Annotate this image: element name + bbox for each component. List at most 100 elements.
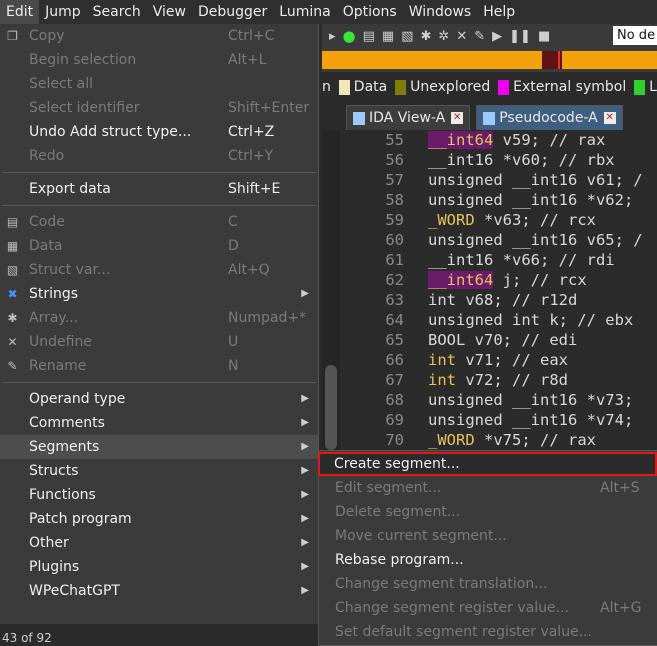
code-line[interactable]: 68 unsigned __int16 *v73; [340, 390, 657, 410]
menu-item-undefine: ✕ Undefine U [0, 330, 318, 354]
menu-item-label: Rename [29, 358, 87, 374]
code-toolbar-icon[interactable]: ▤ [363, 29, 375, 44]
status-text: 43 of 92 [0, 624, 320, 644]
code-line[interactable]: 64 unsigned int k; // ebx [340, 310, 657, 330]
menu-item-functions[interactable]: Functions ▶ [0, 483, 318, 507]
shortcut-label: Ctrl+Z [228, 124, 275, 140]
debug-play-icon[interactable]: ▶ [492, 29, 502, 44]
code-line[interactable]: 61 __int16 *v66; // rdi [340, 250, 657, 270]
menu-item-patch-program[interactable]: Patch program ▶ [0, 507, 318, 531]
play-dim-icon[interactable]: ▸ [329, 29, 336, 44]
menu-item-wpechatgpt[interactable]: WPeChatGPT ▶ [0, 579, 318, 603]
menu-item-label: Struct var... [29, 262, 111, 278]
code-line[interactable]: 55 __int64 v59; // rax [340, 130, 657, 150]
legend-swatch [498, 79, 510, 95]
code-line[interactable]: 65 BOOL v70; // edi [340, 330, 657, 350]
close-icon[interactable]: ✕ [451, 112, 464, 124]
code-line[interactable]: 63 int v68; // r12d [340, 290, 657, 310]
data-toolbar-icon[interactable]: ▦ [382, 29, 394, 44]
submenu-arrow-icon: ▶ [301, 393, 309, 404]
array-toolbar-icon[interactable]: ✲ [438, 29, 449, 44]
code-line[interactable]: 66 int v71; // eax [340, 350, 657, 370]
menu-lumina[interactable]: Lumina [273, 0, 336, 24]
line-number: 61 [385, 251, 404, 269]
line-number: 60 [385, 231, 404, 249]
tab-pseudocode-a[interactable]: Pseudocode-A ✕ [476, 105, 623, 130]
code-icon: ▤ [6, 215, 19, 229]
line-number: 66 [385, 351, 404, 369]
pause-icon[interactable]: ❚❚ [509, 29, 531, 44]
shortcut-label: Ctrl+Y [228, 148, 274, 164]
menu-item-strings[interactable]: ✖ Strings ▶ [0, 282, 318, 306]
menu-separator [2, 382, 316, 383]
menu-item-label: Move current segment... [335, 528, 507, 544]
menu-item-label: Export data [29, 181, 111, 197]
code-line[interactable]: 60 unsigned __int16 v65; / [340, 230, 657, 250]
code-line[interactable]: 59 _WORD *v63; // rcx [340, 210, 657, 230]
tab-ida-view-a[interactable]: IDA View-A ✕ [346, 105, 471, 130]
code-line[interactable]: 70 _WORD *v75; // rax [340, 430, 657, 450]
run-icon[interactable]: ● [343, 27, 356, 45]
pseudocode-view[interactable]: 55 __int64 v59; // rax 56 __int16 *v60; // … [340, 130, 657, 450]
menu-item-structs[interactable]: Structs ▶ [0, 459, 318, 483]
menu-item-other[interactable]: Other ▶ [0, 531, 318, 555]
code-line[interactable]: 62 __int64 j; // rcx [340, 270, 657, 290]
code-line[interactable]: 56 __int16 *v60; // rbx [340, 150, 657, 170]
menu-view[interactable]: View [147, 0, 192, 24]
line-number: 69 [385, 411, 404, 429]
submenu-arrow-icon: ▶ [301, 537, 309, 548]
menu-item-label: Delete segment... [335, 504, 461, 520]
menu-jump[interactable]: Jump [39, 0, 87, 24]
shortcut-label: Ctrl+C [228, 28, 275, 44]
shortcut-label: C [228, 214, 238, 230]
legend-label: L [649, 79, 657, 95]
menu-item-redo: Redo Ctrl+Y [0, 144, 318, 168]
menu-debugger[interactable]: Debugger [192, 0, 273, 24]
line-number: 59 [385, 211, 404, 229]
menu-search[interactable]: Search [87, 0, 147, 24]
undefine-icon: ✕ [7, 335, 18, 349]
rename-icon: ✎ [7, 359, 18, 373]
rename-toolbar-icon[interactable]: ✎ [474, 29, 485, 44]
menu-help[interactable]: Help [477, 0, 521, 24]
menu-item-plugins[interactable]: Plugins ▶ [0, 555, 318, 579]
line-number: 67 [385, 371, 404, 389]
line-number: 64 [385, 311, 404, 329]
menu-edit[interactable]: Edit [0, 0, 40, 24]
menu-item-export-data[interactable]: Export data Shift+E [0, 177, 318, 201]
code-line[interactable]: 69 unsigned __int16 *v74; [340, 410, 657, 430]
menu-item-label: Patch program [29, 511, 132, 527]
code-text: __int16 *v60; // rbx [428, 151, 615, 169]
code-line[interactable]: 67 int v72; // r8d [340, 370, 657, 390]
submenu-arrow-icon: ▶ [301, 288, 309, 299]
menu-item-label: WPeChatGPT [29, 583, 120, 599]
code-text: unsigned __int16 *v74; [428, 411, 634, 429]
menu-item-operand-type[interactable]: Operand type ▶ [0, 387, 318, 411]
stop-icon[interactable]: ■ [538, 29, 550, 44]
undefine-toolbar-icon[interactable]: ✕ [456, 29, 467, 44]
code-line[interactable]: 58 unsigned __int16 *v62; [340, 190, 657, 210]
submenu-item-create-segment[interactable]: Create segment... [318, 452, 657, 476]
menu-item-comments[interactable]: Comments ▶ [0, 411, 318, 435]
struct-toolbar-icon[interactable]: ▧ [401, 29, 413, 44]
menu-item-label: Undo Add struct type... [29, 124, 192, 140]
scrollbar[interactable] [322, 130, 340, 450]
close-icon[interactable]: ✕ [603, 112, 616, 124]
menu-item-segments[interactable]: Segments ▶ [0, 435, 318, 459]
menu-item-label: Data [29, 238, 63, 254]
menu-options[interactable]: Options [337, 0, 403, 24]
submenu-item-rebase-program[interactable]: Rebase program... [319, 548, 657, 572]
navigation-band[interactable] [322, 48, 657, 72]
shortcut-label: Shift+E [228, 181, 281, 197]
menu-item-undo-add-struct-type[interactable]: Undo Add struct type... Ctrl+Z [0, 120, 318, 144]
code-text: unsigned int k; // ebx [428, 311, 634, 329]
menu-item-label: Strings [29, 286, 79, 302]
strings-toolbar-icon[interactable]: ✱ [421, 29, 432, 44]
menu-item-label: Set default segment register value... [335, 624, 593, 640]
menu-windows[interactable]: Windows [403, 0, 478, 24]
code-text: v72; // r8d [456, 371, 568, 389]
line-number: 58 [385, 191, 404, 209]
debugger-select[interactable]: No de [613, 26, 657, 45]
code-line[interactable]: 57 unsigned __int16 v61; / [340, 170, 657, 190]
line-number: 65 [385, 331, 404, 349]
